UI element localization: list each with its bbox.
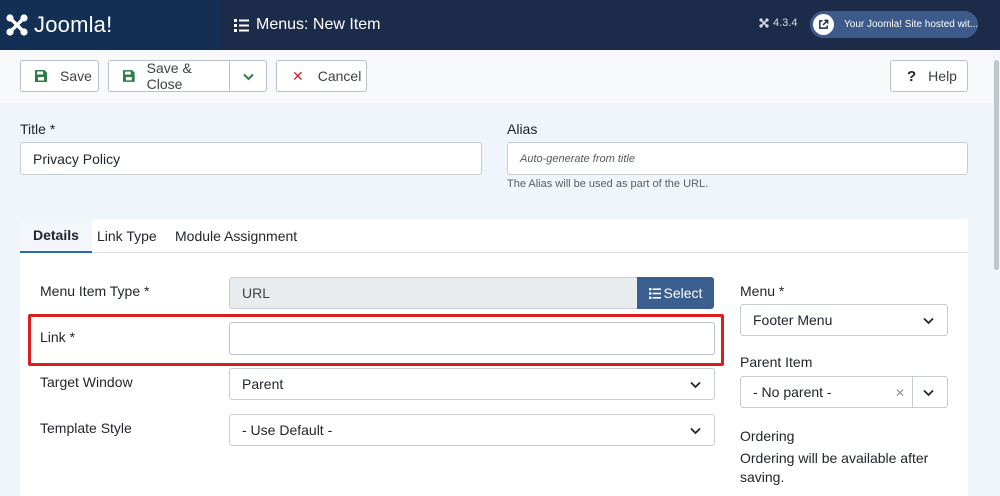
menu-select[interactable]: Footer Menu [740,304,948,336]
save-button[interactable]: Save [20,60,99,92]
ordering-label: Ordering [740,428,795,444]
select-button-label: Select [663,285,703,301]
title-label: Title * [20,121,56,137]
target-window-select[interactable]: Parent [229,368,715,400]
select-menu-item-type-button[interactable]: Select [637,277,714,309]
template-style-label: Template Style [40,420,132,436]
clear-icon[interactable]: ✕ [895,386,905,400]
cancel-label: Cancel [317,68,362,84]
tab-details[interactable]: Details [20,219,92,253]
save-close-label: Save & Close [146,60,192,92]
template-style-value: - Use Default - [242,422,333,438]
alias-label: Alias [507,121,538,137]
tab-link-type[interactable]: Link Type [84,219,170,253]
site-link[interactable]: Your Joomla! Site hosted wit... [810,11,978,38]
joomla-small-icon [759,18,769,28]
list-icon [234,18,249,32]
toolbar: Save Save & Close ✕ Cancel ? Help [0,50,1000,103]
link-input[interactable] [229,322,715,355]
external-link-icon [813,14,834,35]
alias-help-text: The Alias will be used as part of the UR… [507,178,709,190]
chevron-down-icon [690,427,701,435]
target-window-label: Target Window [40,374,133,390]
version-text: 4.3.4 [773,17,798,29]
save-options-dropdown-button[interactable] [229,60,267,92]
title-input[interactable]: Privacy Policy [20,142,482,175]
save-label: Save [60,68,92,84]
help-button[interactable]: ? Help [890,60,968,92]
list-icon [648,287,661,299]
brand-name: Joomla! [34,12,113,37]
site-link-text: Your Joomla! Site hosted wit... [844,19,978,30]
joomla-logo-icon [6,14,28,36]
target-window-value: Parent [242,376,284,392]
menu-item-type-label: Menu Item Type * [40,283,150,299]
template-style-select[interactable]: - Use Default - [229,414,715,446]
link-label: Link * [40,329,76,345]
parent-item-select[interactable]: - No parent - ✕ [740,376,948,408]
save-icon [123,70,135,82]
cancel-button[interactable]: ✕ Cancel [276,60,367,92]
tab-bar: Details Link Type Module Assignment [20,219,968,253]
close-icon: ✕ [292,67,304,84]
menu-item-type-field: URL [229,277,638,309]
scrollbar-thumb[interactable] [994,60,999,270]
brand-area[interactable]: Joomla! [0,0,222,50]
top-header: Joomla! Menus: New Item 4.3.4 Your Jooml… [0,0,1000,50]
ordering-note: Ordering will be available after saving. [740,450,929,485]
alias-input[interactable]: Auto-generate from title [507,142,968,175]
select-divider [912,377,913,407]
save-close-button[interactable]: Save & Close [108,60,230,92]
version-info: 4.3.4 [759,17,797,29]
chevron-down-icon [923,389,934,397]
parent-item-label: Parent Item [740,354,813,370]
page-title: Menus: New Item [234,0,380,50]
save-icon [35,70,47,82]
chevron-down-icon [242,73,254,80]
menu-label: Menu * [740,283,785,299]
page-title-text: Menus: New Item [256,16,381,33]
chevron-down-icon [923,317,934,325]
menu-value: Footer Menu [753,312,833,328]
chevron-down-icon [690,381,701,389]
tab-module-assignment[interactable]: Module Assignment [162,219,310,253]
parent-item-value: - No parent - [753,384,832,400]
help-label: Help [928,68,957,84]
help-icon: ? [907,67,917,85]
